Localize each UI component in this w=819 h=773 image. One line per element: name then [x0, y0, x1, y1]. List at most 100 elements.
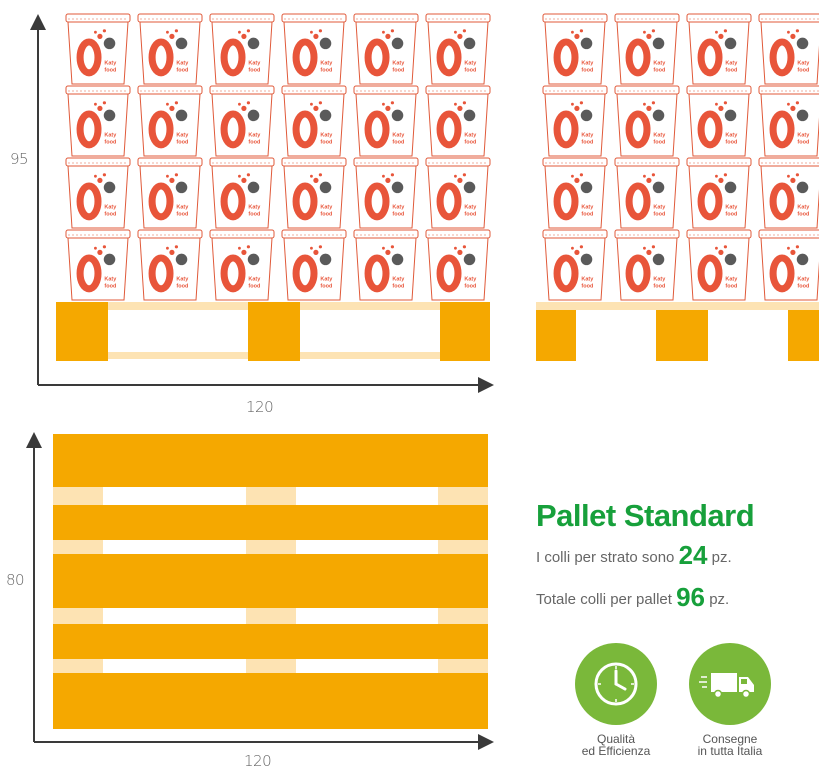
- quality-badge-label: Qualità ed Efficienza: [581, 732, 651, 758]
- bucket-badge: [796, 37, 809, 50]
- bucket: Katyfood: [137, 85, 203, 157]
- bucket-logo-dot: [169, 105, 175, 111]
- bucket-logo-dot: [102, 245, 106, 249]
- bucket-lid: [209, 157, 275, 167]
- bucket-logo-dot: [174, 245, 178, 249]
- bucket-logo-dot: [795, 173, 800, 177]
- bucket: Katyfood: [353, 13, 419, 85]
- delivery-badge-label: Consegne in tutta Italia: [697, 732, 763, 758]
- bucket-logo-dot: [462, 29, 466, 33]
- bucket: Katyfood: [353, 157, 419, 229]
- bucket-brand: food: [653, 139, 665, 145]
- top-pallet-runner: [246, 608, 296, 624]
- bucket-logo-dot: [723, 173, 728, 177]
- bucket: Katyfood: [686, 229, 752, 301]
- bucket-brand: Katy: [653, 132, 666, 138]
- bucket-brand: Katy: [392, 132, 405, 138]
- bucket-brand: food: [725, 283, 737, 289]
- bucket-logo-dot: [94, 174, 97, 178]
- bucket-brand: food: [176, 211, 188, 217]
- bucket-logo-dot: [390, 29, 394, 33]
- bucket-logo-dot: [102, 29, 106, 33]
- bucket-brand: Katy: [104, 132, 117, 138]
- bucket-logo-dot: [718, 105, 724, 111]
- bucket-brand: Katy: [248, 276, 261, 282]
- total-line: Totale colli per pallet 96 pz.: [536, 582, 729, 613]
- bucket-badge: [247, 109, 260, 122]
- bucket-badge: [652, 37, 665, 50]
- bucket-badge: [724, 37, 737, 50]
- bucket: Katyfood: [209, 229, 275, 301]
- bucket-badge: [247, 253, 260, 266]
- bucket-brand: Katy: [392, 276, 405, 282]
- bucket-logo-dot: [385, 177, 391, 183]
- delivery-badge: [689, 643, 771, 725]
- top-pallet-runner: [438, 608, 488, 624]
- bucket-logo-dot: [310, 102, 313, 106]
- bucket-logo-dot: [646, 105, 652, 111]
- bucket-brand: food: [392, 283, 404, 289]
- bucket: Katyfood: [542, 229, 608, 301]
- bucket-lid: [353, 13, 419, 23]
- bucket-badge: [724, 253, 737, 266]
- bucket-logo-dot: [574, 105, 580, 111]
- total-text: Totale colli per pallet: [536, 591, 672, 608]
- front-bucket-stack: KatyfoodKatyfoodKatyfoodKatyfoodKatyfood…: [65, 13, 491, 301]
- bucket-logo-dot: [579, 101, 584, 105]
- bucket-lid: [614, 229, 680, 239]
- bucket: Katyfood: [281, 13, 347, 85]
- bucket-logo-dot: [462, 173, 466, 177]
- bucket-brand: food: [581, 283, 593, 289]
- bucket-lid: [425, 229, 491, 239]
- bucket-brand: Katy: [725, 276, 738, 282]
- bucket-logo-dot: [787, 246, 790, 250]
- bucket-logo-dot: [579, 245, 584, 249]
- bucket: Katyfood: [281, 85, 347, 157]
- bucket-lid: [65, 85, 131, 95]
- bucket-badge: [796, 109, 809, 122]
- page-title: Pallet Standard: [536, 498, 755, 533]
- bucket-logo-dot: [241, 33, 247, 40]
- bucket-logo-dot: [795, 29, 800, 33]
- bucket-logo-dot: [795, 101, 800, 105]
- bucket-badge: [580, 253, 593, 266]
- bucket-badge: [319, 37, 332, 50]
- bucket-brand: food: [104, 211, 116, 217]
- bucket: Katyfood: [686, 85, 752, 157]
- bucket-logo-dot: [643, 30, 646, 34]
- bucket-badge: [580, 181, 593, 194]
- bucket-lid: [614, 85, 680, 95]
- top-pallet-runner: [53, 540, 103, 554]
- bucket-brand: Katy: [797, 132, 810, 138]
- top-x-arrow: [478, 734, 494, 750]
- bucket-logo-dot: [246, 29, 250, 33]
- bucket: Katyfood: [353, 229, 419, 301]
- bucket-logo-dot: [313, 249, 319, 255]
- bucket: Katyfood: [137, 157, 203, 229]
- bucket-badge: [463, 37, 476, 50]
- bucket-lid: [425, 13, 491, 23]
- bucket-logo-dot: [718, 177, 724, 183]
- bucket-badge: [103, 109, 116, 122]
- bucket-lid: [425, 85, 491, 95]
- total-value: 96: [676, 582, 706, 612]
- bucket-logo-dot: [571, 30, 574, 34]
- bucket-badge: [463, 109, 476, 122]
- bucket-brand: food: [464, 139, 476, 145]
- bucket-logo-dot: [787, 102, 790, 106]
- bucket-logo-dot: [457, 177, 463, 183]
- bucket-brand: Katy: [581, 204, 594, 210]
- clock-icon: [594, 662, 638, 706]
- bucket-logo-dot: [246, 245, 250, 249]
- bucket: Katyfood: [65, 157, 131, 229]
- bucket-badge: [175, 109, 188, 122]
- bucket-logo-dot: [94, 246, 97, 250]
- bucket-logo-dot: [174, 101, 178, 105]
- bucket-lid: [758, 229, 819, 239]
- bucket-logo-dot: [102, 101, 106, 105]
- bucket-brand: Katy: [248, 132, 261, 138]
- bucket-logo-dot: [318, 29, 322, 33]
- side-pallet-block: [788, 310, 819, 361]
- bucket-lid: [137, 229, 203, 239]
- bucket-lid: [353, 85, 419, 95]
